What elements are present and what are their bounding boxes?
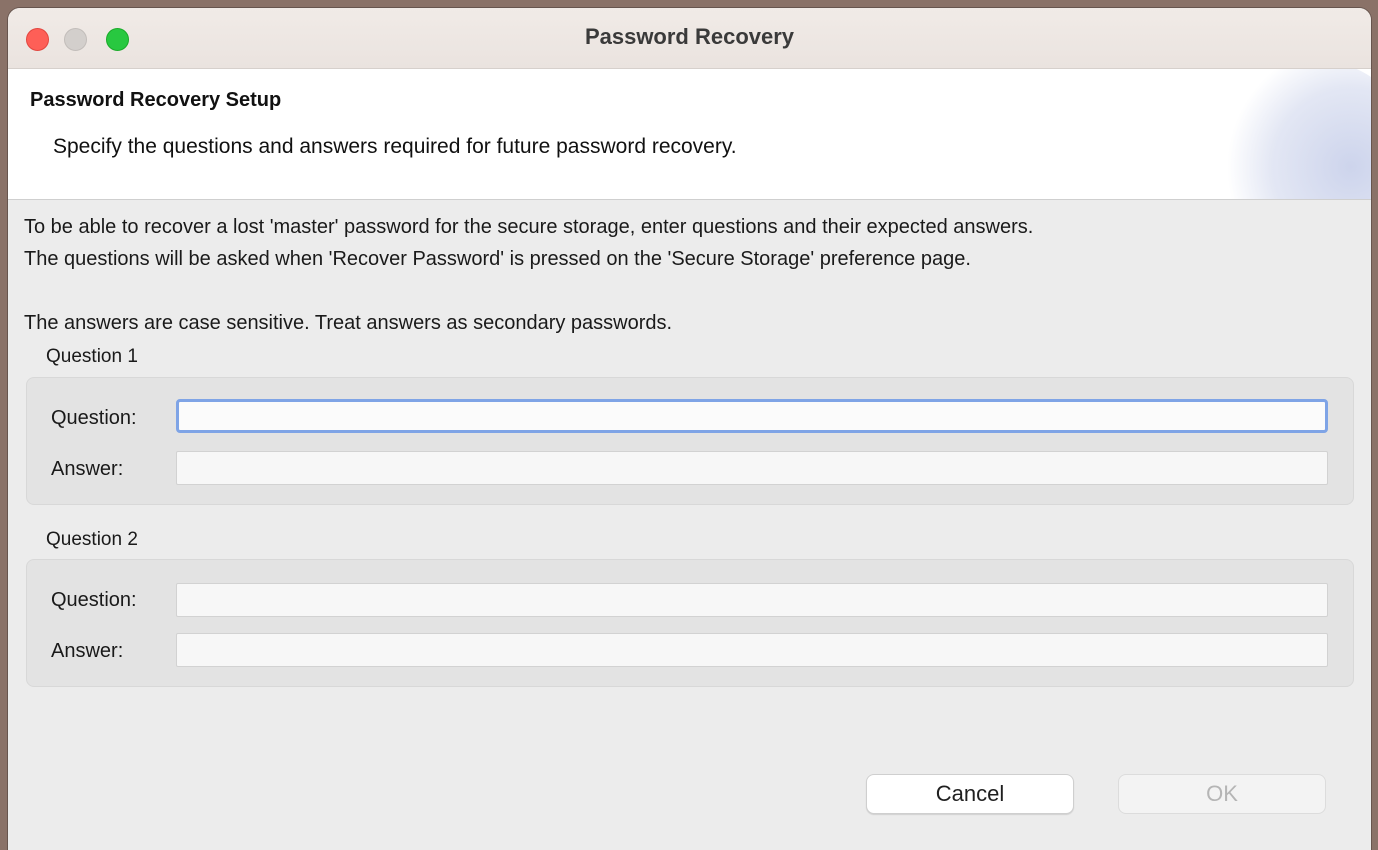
answer-1-input[interactable] — [176, 451, 1328, 485]
question-1-group: Question: Answer: — [26, 377, 1354, 505]
question-2-input[interactable] — [176, 583, 1328, 617]
answer-2-label: Answer: — [51, 640, 124, 662]
wizard-banner: Password Recovery Setup Specify the ques… — [8, 69, 1371, 200]
password-recovery-dialog: Password Recovery Password Recovery Setu… — [8, 8, 1371, 850]
info-text-line-1: To be able to recover a lost 'master' pa… — [24, 216, 1034, 238]
question-2-group: Question: Answer: — [26, 559, 1354, 687]
window-title: Password Recovery — [584, 24, 795, 49]
answer-1-label: Answer: — [51, 458, 124, 480]
question-2-label: Question: — [51, 589, 137, 611]
ok-button: OK — [1118, 774, 1326, 814]
info-text-line-2: The questions will be asked when 'Recove… — [24, 248, 971, 270]
cancel-button[interactable]: Cancel — [866, 774, 1074, 814]
title-bar[interactable]: Password Recovery — [8, 8, 1371, 69]
info-text-line-3: The answers are case sensitive. Treat an… — [24, 312, 673, 334]
question-1-label: Question: — [51, 407, 137, 429]
question-1-input[interactable] — [176, 399, 1328, 433]
banner-decoration-image — [1211, 69, 1371, 199]
question-1-group-label: Question 1 — [46, 346, 138, 367]
banner-title: Password Recovery Setup — [30, 89, 282, 111]
banner-description: Specify the questions and answers requir… — [53, 135, 737, 158]
question-2-group-label: Question 2 — [46, 529, 138, 550]
answer-2-input[interactable] — [176, 633, 1328, 667]
